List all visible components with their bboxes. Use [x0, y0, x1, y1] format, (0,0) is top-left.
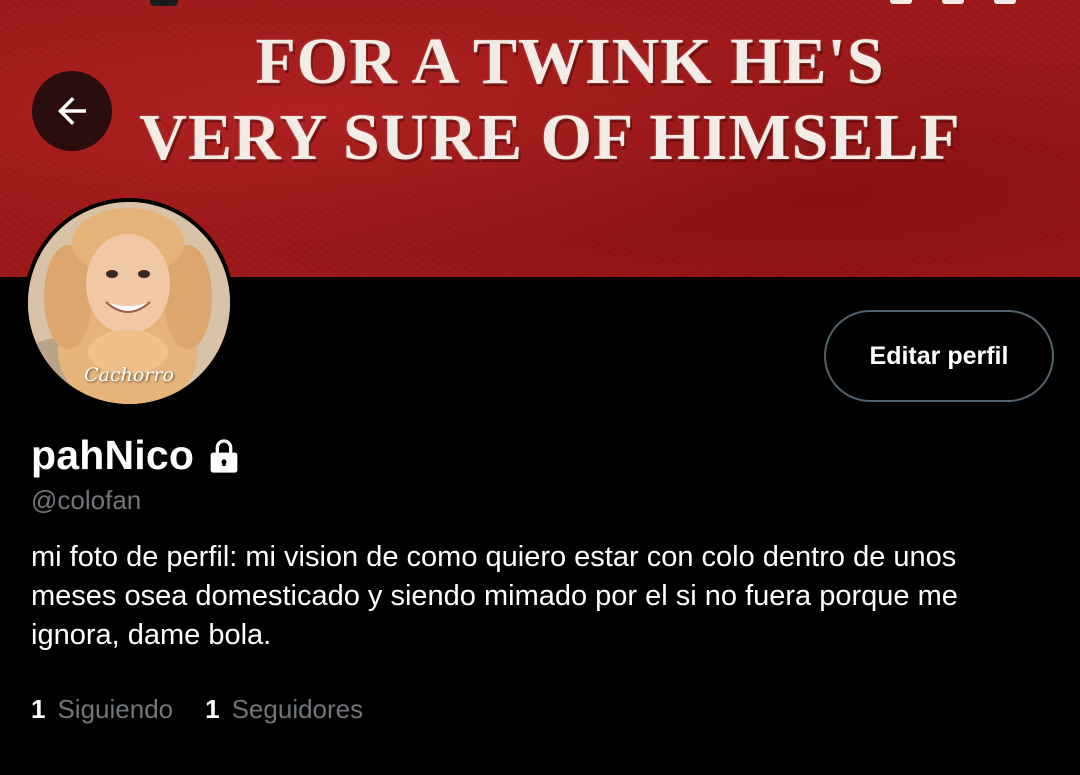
edit-profile-button[interactable]: Editar perfil — [824, 310, 1054, 402]
profile-screen: FOR A TWINK HE'S VERY SURE OF HIMSELF Ca… — [0, 0, 1080, 775]
avatar-caption: Cachorro — [84, 364, 174, 386]
follow-stats: 1 Siguiendo 1 Seguidores — [31, 694, 363, 725]
arrow-left-icon — [58, 97, 86, 125]
notification-icon — [150, 0, 178, 6]
signal-icon — [994, 0, 1016, 4]
avatar-image: Cachorro — [28, 202, 230, 404]
banner-caption-line-1: FOR A TWINK HE'S — [255, 25, 885, 98]
display-name: pahNico — [31, 432, 195, 478]
alarm-icon — [890, 0, 912, 4]
banner-caption: FOR A TWINK HE'S VERY SURE OF HIMSELF — [0, 24, 1080, 176]
status-bar — [0, 0, 1080, 8]
followers-link[interactable]: 1 Seguidores — [205, 694, 363, 725]
profile-bio: mi foto de perfil: mi vision de como qui… — [31, 541, 958, 651]
wifi-icon — [942, 0, 964, 4]
following-label: Siguiendo — [57, 694, 174, 724]
user-handle: @colofan — [31, 485, 142, 515]
banner-caption-line-2: VERY SURE OF HIMSELF — [139, 101, 961, 174]
lock-icon — [210, 438, 238, 473]
following-count: 1 — [31, 694, 46, 724]
status-icons — [890, 0, 1016, 4]
following-link[interactable]: 1 Siguiendo — [31, 694, 173, 725]
display-name-row: pahNico — [31, 432, 244, 479]
back-button[interactable] — [32, 71, 112, 151]
followers-count: 1 — [205, 694, 220, 724]
followers-label: Seguidores — [231, 694, 364, 724]
avatar[interactable]: Cachorro — [24, 198, 234, 408]
